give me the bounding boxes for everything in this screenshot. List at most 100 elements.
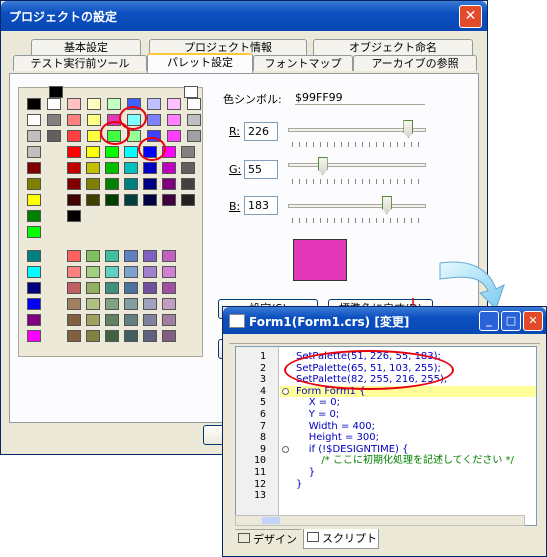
palette-swatch[interactable] bbox=[181, 146, 195, 158]
tab-font-map[interactable]: フォントマップ bbox=[253, 55, 353, 71]
palette-swatch[interactable] bbox=[67, 178, 81, 190]
g-slider[interactable] bbox=[288, 163, 426, 167]
palette-swatch[interactable] bbox=[143, 162, 157, 174]
palette-swatch[interactable] bbox=[27, 314, 41, 326]
palette-swatch[interactable] bbox=[67, 314, 81, 326]
palette-swatch[interactable] bbox=[105, 178, 119, 190]
palette-swatch[interactable] bbox=[162, 250, 176, 262]
palette-swatch[interactable] bbox=[86, 266, 100, 278]
palette-swatch[interactable] bbox=[147, 98, 161, 110]
palette-swatch[interactable] bbox=[67, 250, 81, 262]
b-input[interactable]: 183 bbox=[244, 196, 278, 215]
palette-swatch[interactable] bbox=[27, 130, 41, 142]
palette-swatch[interactable] bbox=[86, 298, 100, 310]
close-icon[interactable]: ✕ bbox=[523, 311, 543, 331]
palette-swatch[interactable] bbox=[47, 98, 61, 110]
palette-swatch[interactable] bbox=[184, 86, 198, 98]
tab-design[interactable]: デザイン bbox=[235, 529, 301, 549]
palette-swatch[interactable] bbox=[67, 98, 81, 110]
palette-swatch[interactable] bbox=[105, 162, 119, 174]
palette-swatch[interactable] bbox=[124, 162, 138, 174]
palette-swatch[interactable] bbox=[124, 298, 138, 310]
palette-swatch[interactable] bbox=[87, 98, 101, 110]
palette-swatch[interactable] bbox=[86, 330, 100, 342]
tab-basic[interactable]: 基本設定 bbox=[31, 39, 141, 55]
palette-swatch[interactable] bbox=[67, 282, 81, 294]
scrollbar-thumb[interactable] bbox=[262, 517, 280, 524]
palette-swatch[interactable] bbox=[162, 330, 176, 342]
palette-swatch[interactable] bbox=[86, 194, 100, 206]
palette-swatch[interactable] bbox=[147, 114, 161, 126]
palette-swatch[interactable] bbox=[124, 194, 138, 206]
palette-swatch[interactable] bbox=[27, 162, 41, 174]
palette-swatch[interactable] bbox=[181, 194, 195, 206]
palette-swatch[interactable] bbox=[27, 226, 41, 238]
palette-swatch[interactable] bbox=[67, 162, 81, 174]
palette-swatch[interactable] bbox=[124, 266, 138, 278]
palette-swatch[interactable] bbox=[67, 330, 81, 342]
tab-archive-ref[interactable]: アーカイブの参照 bbox=[353, 55, 477, 71]
palette-swatch[interactable] bbox=[67, 146, 81, 158]
g-input[interactable]: 55 bbox=[244, 160, 278, 179]
palette-swatch[interactable] bbox=[187, 98, 201, 110]
palette-swatch[interactable] bbox=[67, 210, 81, 222]
palette-swatch[interactable] bbox=[105, 282, 119, 294]
palette-swatch[interactable] bbox=[67, 194, 81, 206]
palette-swatch[interactable] bbox=[105, 250, 119, 262]
palette-swatch[interactable] bbox=[162, 194, 176, 206]
palette-swatch[interactable] bbox=[162, 298, 176, 310]
palette-swatch[interactable] bbox=[87, 114, 101, 126]
palette-swatch[interactable] bbox=[162, 162, 176, 174]
palette-swatch[interactable] bbox=[27, 282, 41, 294]
palette-swatch[interactable] bbox=[181, 178, 195, 190]
palette-swatch[interactable] bbox=[162, 282, 176, 294]
palette-swatch[interactable] bbox=[47, 130, 61, 142]
palette-swatch[interactable] bbox=[86, 250, 100, 262]
palette-swatch[interactable] bbox=[167, 98, 181, 110]
tab-pre-test-tools[interactable]: テスト実行前ツール bbox=[13, 55, 147, 71]
palette-swatch[interactable] bbox=[67, 298, 81, 310]
palette-swatch[interactable] bbox=[27, 330, 41, 342]
r-input[interactable]: 226 bbox=[244, 122, 278, 141]
palette-swatch[interactable] bbox=[105, 298, 119, 310]
palette-swatch[interactable] bbox=[47, 114, 61, 126]
palette-swatch[interactable] bbox=[27, 114, 41, 126]
palette-swatch[interactable] bbox=[105, 146, 119, 158]
palette-swatch[interactable] bbox=[187, 130, 201, 142]
palette-swatch[interactable] bbox=[49, 86, 63, 98]
palette-swatch[interactable] bbox=[86, 162, 100, 174]
horizontal-scrollbar[interactable] bbox=[235, 515, 525, 526]
close-icon[interactable]: ✕ bbox=[459, 5, 482, 28]
palette-swatch[interactable] bbox=[143, 194, 157, 206]
palette-swatch[interactable] bbox=[143, 178, 157, 190]
editor-titlebar[interactable]: Form1(Form1.crs) [変更] _ □ ✕ bbox=[223, 307, 546, 334]
palette-swatch[interactable] bbox=[86, 146, 100, 158]
palette-swatch[interactable] bbox=[143, 330, 157, 342]
palette-swatch[interactable] bbox=[86, 314, 100, 326]
palette-swatch[interactable] bbox=[87, 130, 101, 142]
palette-swatch[interactable] bbox=[107, 98, 121, 110]
palette-swatch[interactable] bbox=[143, 282, 157, 294]
palette-swatch[interactable] bbox=[67, 266, 81, 278]
palette-swatch[interactable] bbox=[27, 178, 41, 190]
palette-swatch[interactable] bbox=[27, 194, 41, 206]
palette-swatch[interactable] bbox=[124, 146, 138, 158]
fold-icon[interactable] bbox=[282, 445, 289, 453]
maximize-icon[interactable]: □ bbox=[501, 311, 521, 331]
palette-swatch[interactable] bbox=[105, 314, 119, 326]
palette-swatch[interactable] bbox=[27, 146, 41, 158]
palette-swatch[interactable] bbox=[162, 178, 176, 190]
palette-swatch[interactable] bbox=[187, 114, 201, 126]
palette-swatch[interactable] bbox=[124, 330, 138, 342]
palette-swatch[interactable] bbox=[105, 330, 119, 342]
palette-swatch[interactable] bbox=[27, 98, 41, 110]
palette-swatch[interactable] bbox=[143, 314, 157, 326]
palette-swatch[interactable] bbox=[124, 314, 138, 326]
palette-swatch[interactable] bbox=[124, 282, 138, 294]
palette-swatch[interactable] bbox=[27, 266, 41, 278]
palette-swatch[interactable] bbox=[27, 298, 41, 310]
palette-swatch[interactable] bbox=[27, 210, 41, 222]
fold-icon[interactable] bbox=[282, 387, 289, 395]
palette-swatch[interactable] bbox=[167, 130, 181, 142]
palette-swatch[interactable] bbox=[124, 250, 138, 262]
